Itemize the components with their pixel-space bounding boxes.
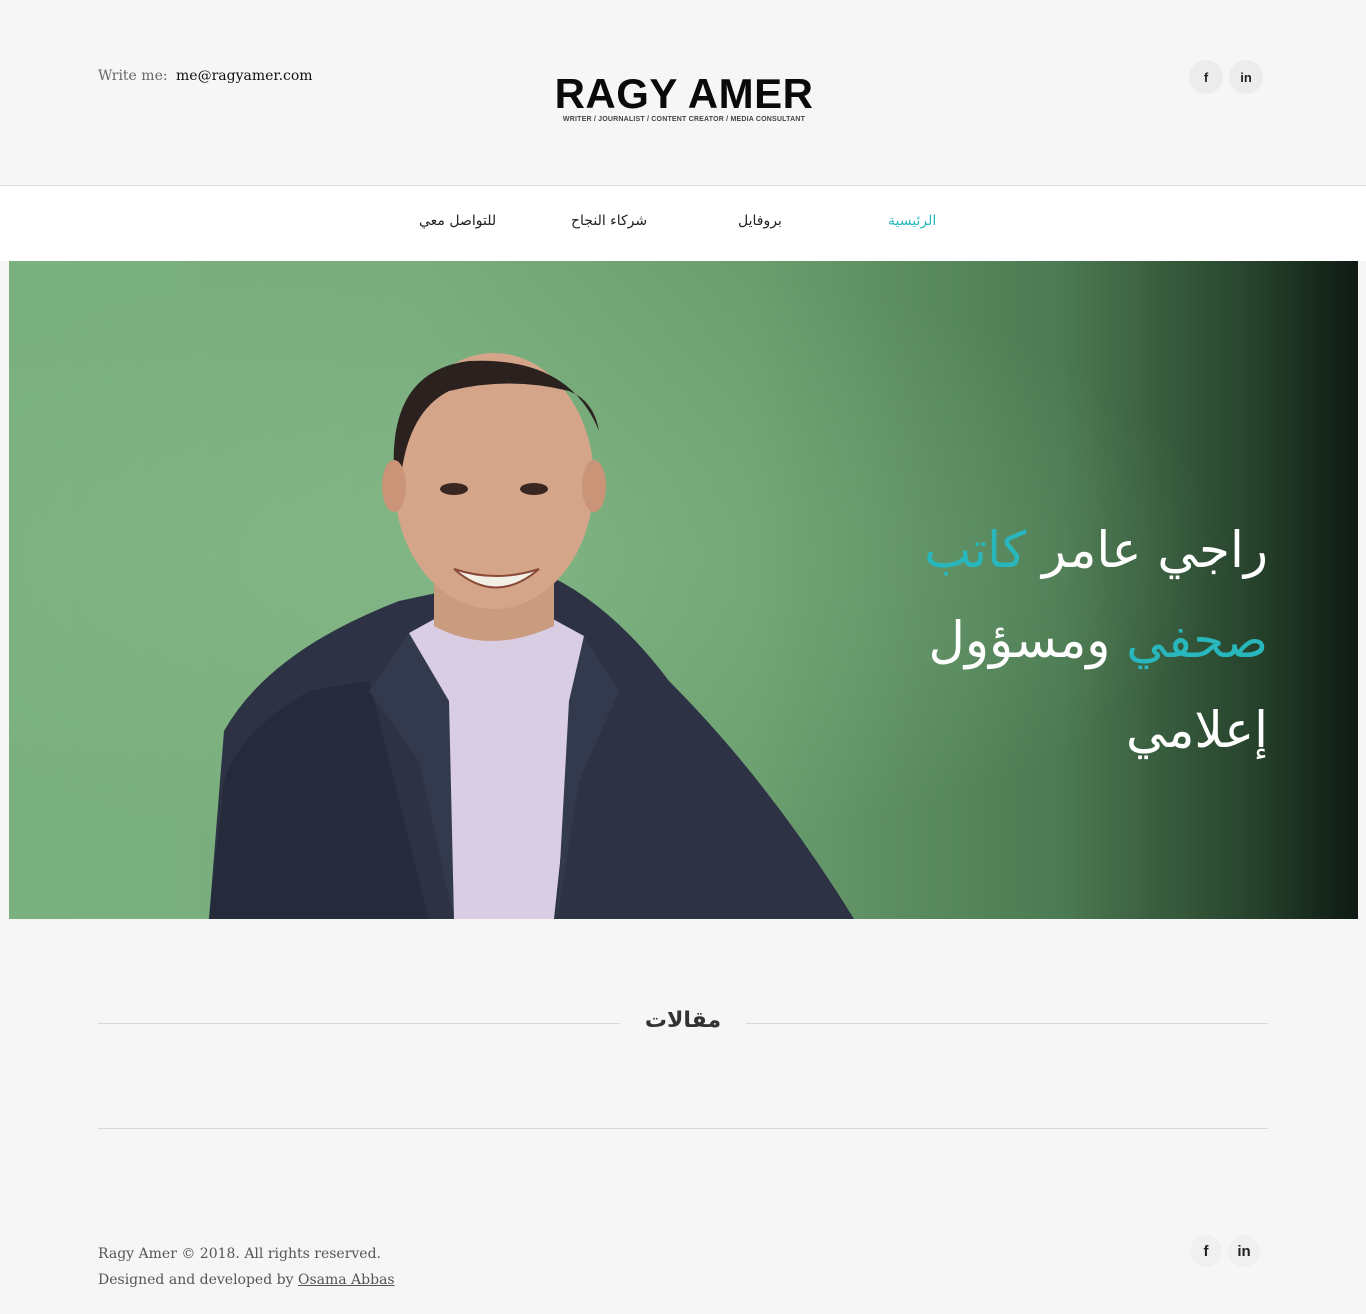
contact-email-line: Write me: me@ragyamer.com [98, 68, 313, 84]
hero-line-3: إعلامي [1125, 701, 1268, 759]
hero-line-2: صحفي ومسؤول [848, 595, 1268, 685]
footer-info: Ragy Amer © 2018. All rights reserved. D… [98, 1241, 395, 1293]
main-nav: الرئيسية بروفايل شركاء النجاح للتواصل مع… [0, 185, 1366, 261]
facebook-icon[interactable]: f [1189, 60, 1223, 94]
hero-text-responsible: ومسؤول [928, 611, 1111, 669]
linkedin-icon[interactable]: in [1229, 60, 1263, 94]
header-social-links: f in [1189, 60, 1263, 94]
footer-copyright: Ragy Amer © 2018. All rights reserved. [98, 1246, 381, 1262]
nav-item-partners[interactable]: شركاء النجاح [571, 213, 647, 229]
developer-link[interactable]: Osama Abbas [298, 1272, 395, 1288]
hero-name-text: راجي عامر [1042, 521, 1268, 579]
hero-line-1: راجي عامر كاتب [848, 505, 1268, 595]
logo-tagline: WRITER / JOURNALIST / CONTENT CREATOR / … [562, 116, 806, 123]
nav-item-contact[interactable]: للتواصل معي [419, 213, 496, 229]
hero-highlight-journalist: صحفي [1126, 611, 1268, 669]
hero-banner: راجي عامر كاتب صحفي ومسؤول إعلامي [9, 261, 1358, 919]
nav-item-profile[interactable]: بروفايل [738, 213, 782, 229]
articles-section-header: مقالات [98, 1003, 1268, 1043]
facebook-icon[interactable]: f [1190, 1235, 1222, 1267]
footer-credit-prefix: Designed and developed by [98, 1272, 294, 1288]
footer-credit: Designed and developed by Osama Abbas [98, 1267, 395, 1293]
site-logo[interactable]: RAGY AMER WRITER / JOURNALIST / CONTENT … [552, 70, 816, 124]
site-header: Write me: me@ragyamer.com RAGY AMER WRIT… [0, 0, 1366, 185]
hero-headline: راجي عامر كاتب صحفي ومسؤول إعلامي [848, 505, 1268, 775]
write-me-label: Write me: [98, 68, 168, 84]
nav-item-home[interactable]: الرئيسية [888, 213, 936, 229]
email-link[interactable]: me@ragyamer.com [176, 68, 313, 84]
hero-highlight-writer: كاتب [924, 521, 1027, 579]
logo-name: RAGY AMER [554, 70, 814, 117]
section-bottom-divider [98, 1128, 1268, 1129]
linkedin-icon[interactable]: in [1228, 1235, 1260, 1267]
section-title: مقالات [620, 1003, 746, 1043]
footer-social-links: f in [1190, 1235, 1260, 1267]
